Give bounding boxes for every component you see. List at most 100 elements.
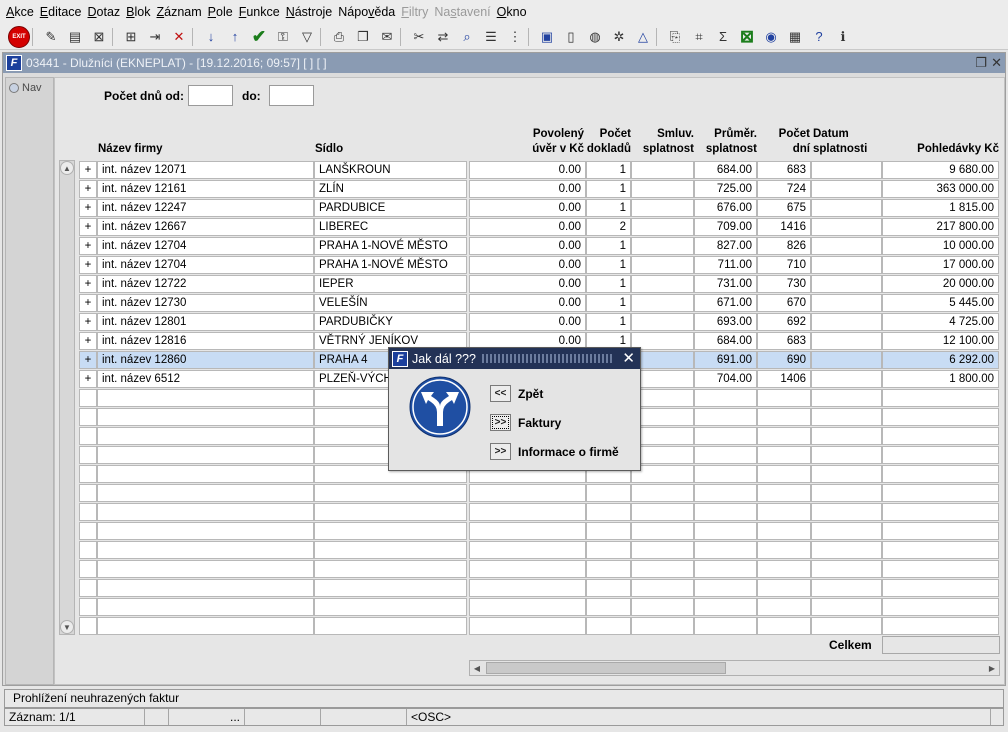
table-cell-empty[interactable] <box>586 503 631 521</box>
table-cell-claims[interactable]: 363 000.00 <box>882 180 999 198</box>
close-window-icon[interactable]: ✕ <box>991 55 1002 71</box>
table-cell-plus[interactable]: + <box>79 199 97 217</box>
table-cell-empty[interactable] <box>757 427 811 445</box>
table-cell-empty[interactable] <box>79 617 97 635</box>
table-cell-contract[interactable] <box>631 161 694 179</box>
menu-item[interactable]: Dotaz <box>86 5 125 19</box>
days-from-input[interactable] <box>188 85 233 106</box>
table-cell-empty[interactable] <box>586 579 631 597</box>
table-cell-credit[interactable]: 0.00 <box>469 199 586 217</box>
table-cell-days[interactable]: 710 <box>757 256 811 274</box>
table-cell-plus[interactable]: + <box>79 351 97 369</box>
table-cell-seat[interactable]: IEPER <box>314 275 467 293</box>
table-cell-empty[interactable] <box>314 503 467 521</box>
table-cell-empty[interactable] <box>811 617 882 635</box>
table-cell-empty[interactable] <box>97 389 314 407</box>
table-cell-due[interactable] <box>811 351 882 369</box>
table-cell-empty[interactable] <box>882 484 999 502</box>
search-icon[interactable]: ⌕ <box>456 26 478 48</box>
table-cell-docs[interactable]: 1 <box>586 275 631 293</box>
table-cell-empty[interactable] <box>811 484 882 502</box>
table-cell-empty[interactable] <box>757 522 811 540</box>
dialog-title-bar[interactable]: F Jak dál ??? ✕ <box>389 348 640 369</box>
table-cell-empty[interactable] <box>757 465 811 483</box>
table-cell-name[interactable]: int. název 6512 <box>97 370 314 388</box>
table-cell-empty[interactable] <box>79 408 97 426</box>
table-cell-empty[interactable] <box>631 560 694 578</box>
table-cell-empty[interactable] <box>79 560 97 578</box>
fetch-icon[interactable]: ⊞ <box>120 26 142 48</box>
table-cell-days[interactable]: 1416 <box>757 218 811 236</box>
table-cell-empty[interactable] <box>882 503 999 521</box>
table-cell-name[interactable]: int. název 12704 <box>97 237 314 255</box>
table-cell-docs[interactable]: 1 <box>586 161 631 179</box>
table-cell-docs[interactable]: 1 <box>586 180 631 198</box>
table-cell-empty[interactable] <box>757 484 811 502</box>
scroll-up-icon[interactable]: ▲ <box>60 161 74 175</box>
table-cell-empty[interactable] <box>314 484 467 502</box>
table-cell-empty[interactable] <box>882 579 999 597</box>
table-cell-empty[interactable] <box>694 427 757 445</box>
table-cell-plus[interactable]: + <box>79 370 97 388</box>
table-cell-empty[interactable] <box>882 617 999 635</box>
table-cell-empty[interactable] <box>694 617 757 635</box>
table-cell-days[interactable]: 692 <box>757 313 811 331</box>
table-cell-empty[interactable] <box>97 503 314 521</box>
table-cell-empty[interactable] <box>694 465 757 483</box>
table-cell-claims[interactable]: 4 725.00 <box>882 313 999 331</box>
table-cell-contract[interactable] <box>631 275 694 293</box>
sort-asc-icon[interactable]: ↓ <box>200 26 222 48</box>
table-cell-empty[interactable] <box>469 617 586 635</box>
print-icon[interactable]: ⎙ <box>328 26 350 48</box>
table-cell-docs[interactable]: 2 <box>586 218 631 236</box>
calculator-icon[interactable]: ▦ <box>784 26 806 48</box>
delete-record-icon[interactable]: ⊠ <box>88 26 110 48</box>
vertical-scrollbar[interactable]: ▲ ▼ <box>59 160 75 635</box>
table-cell-claims[interactable]: 17 000.00 <box>882 256 999 274</box>
table-cell-empty[interactable] <box>469 484 586 502</box>
table-cell-due[interactable] <box>811 294 882 312</box>
table-cell-name[interactable]: int. název 12730 <box>97 294 314 312</box>
table-cell-avg[interactable]: 709.00 <box>694 218 757 236</box>
table-cell-empty[interactable] <box>97 522 314 540</box>
table-cell-empty[interactable] <box>811 560 882 578</box>
horizontal-scrollbar[interactable]: ◀ ▶ <box>469 660 1000 676</box>
table-cell-empty[interactable] <box>631 522 694 540</box>
table-cell-seat[interactable]: PARDUBIČKY <box>314 313 467 331</box>
table-cell-empty[interactable] <box>631 503 694 521</box>
table-cell-empty[interactable] <box>631 617 694 635</box>
list-icon[interactable]: ☰ <box>480 26 502 48</box>
table-cell-empty[interactable] <box>469 541 586 559</box>
table-cell-empty[interactable] <box>694 598 757 616</box>
table-cell-contract[interactable] <box>631 199 694 217</box>
table-cell-empty[interactable] <box>811 541 882 559</box>
table-cell-days[interactable]: 675 <box>757 199 811 217</box>
table-cell-empty[interactable] <box>694 522 757 540</box>
table-cell-plus[interactable]: + <box>79 332 97 350</box>
settings-icon[interactable]: ✲ <box>608 26 630 48</box>
table-cell-empty[interactable] <box>469 522 586 540</box>
table-cell-empty[interactable] <box>811 427 882 445</box>
table-cell-empty[interactable] <box>79 465 97 483</box>
table-cell-credit[interactable]: 0.00 <box>469 256 586 274</box>
table-cell-empty[interactable] <box>757 617 811 635</box>
table-cell-empty[interactable] <box>757 446 811 464</box>
table-cell-empty[interactable] <box>631 484 694 502</box>
table-cell-contract[interactable] <box>631 294 694 312</box>
table-cell-empty[interactable] <box>757 389 811 407</box>
globe-icon[interactable]: ◍ <box>584 26 606 48</box>
table-cell-plus[interactable]: + <box>79 294 97 312</box>
table-cell-empty[interactable] <box>694 484 757 502</box>
table-cell-empty[interactable] <box>469 560 586 578</box>
key-icon[interactable]: ⚿ <box>272 26 294 48</box>
table-cell-empty[interactable] <box>882 446 999 464</box>
table-cell-days[interactable]: 683 <box>757 332 811 350</box>
table-cell-empty[interactable] <box>79 389 97 407</box>
table-cell-empty[interactable] <box>79 598 97 616</box>
menu-item[interactable]: Blok <box>124 5 154 19</box>
web-icon[interactable]: ◉ <box>760 26 782 48</box>
table-cell-due[interactable] <box>811 370 882 388</box>
table-cell-empty[interactable] <box>694 408 757 426</box>
table-cell-avg[interactable]: 684.00 <box>694 332 757 350</box>
table-cell-empty[interactable] <box>314 560 467 578</box>
